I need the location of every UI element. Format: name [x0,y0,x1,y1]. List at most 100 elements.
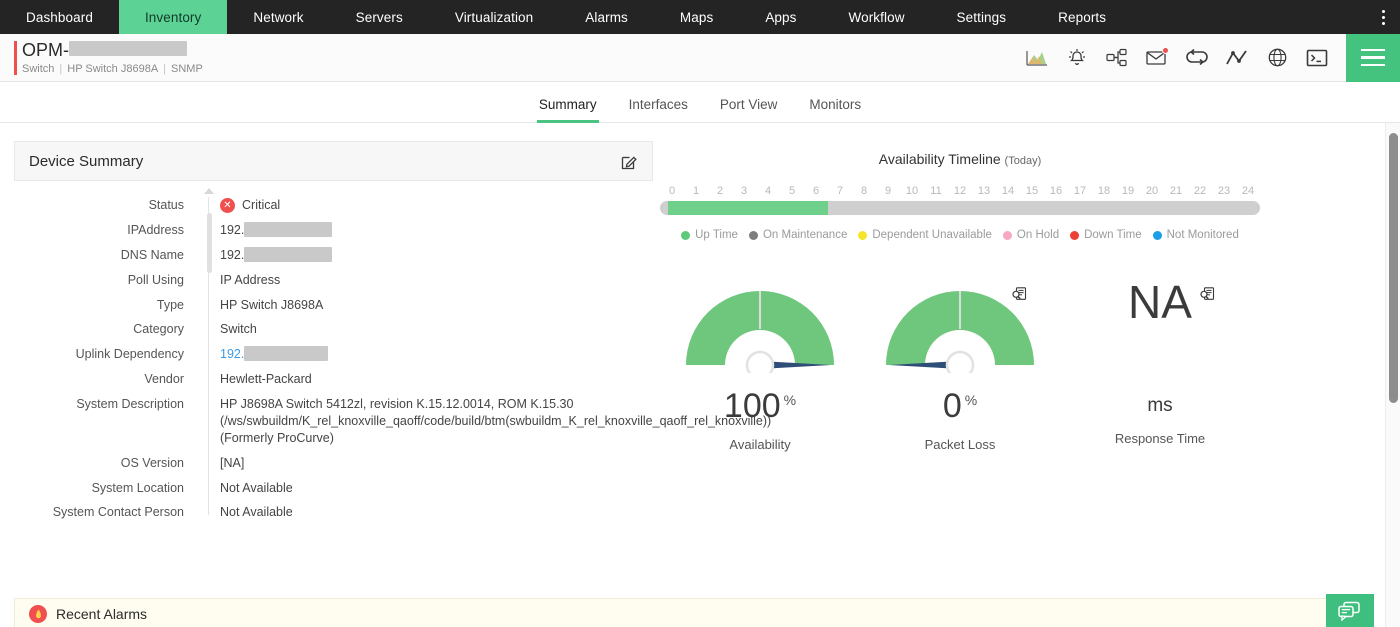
response-time-unit: ms [1060,395,1260,417]
dns-redacted [244,247,332,262]
timeline-hour-0: 0 [662,185,682,197]
table-row: System Contact Person Not Available [14,504,653,521]
inner-scrollbar[interactable] [207,213,212,273]
response-time-report-search-icon[interactable] [1200,287,1216,307]
refresh-loop-icon[interactable] [1182,43,1212,73]
tab-monitors[interactable]: Monitors [793,97,877,122]
packet-loss-value: 0% [860,389,1060,423]
legend-item-on-maintenance[interactable]: On Maintenance [749,229,847,241]
availability-gauge-dial [660,277,860,377]
timeline-hour-9: 9 [878,185,898,197]
edit-pencil-icon[interactable] [621,153,638,170]
device-action-icons [1022,43,1338,73]
field-value-type: HP Switch J8698A [196,297,323,314]
field-label-status: Status [14,197,196,214]
field-label-uplink-dependency: Uplink Dependency [14,346,196,363]
legend-item-on-hold[interactable]: On Hold [1003,229,1059,241]
legend-item-down-time[interactable]: Down Time [1070,229,1142,241]
hamburger-menu-icon[interactable] [1346,34,1400,82]
tab-summary[interactable]: Summary [523,97,613,122]
availability-gauge: 100% Availability [660,277,860,452]
page-scrollbar[interactable] [1385,123,1400,627]
field-label-os-version: OS Version [14,455,196,472]
field-label-system-description: System Description [14,396,196,447]
device-name-prefix: OPM- [22,41,69,59]
nav-item-alarms[interactable]: Alarms [559,0,654,34]
top-navigation-bar: Dashboard Inventory Network Servers Virt… [0,0,1400,34]
field-value-system-contact-person: Not Available [196,504,293,521]
timeline-hour-23: 23 [1214,185,1234,197]
timeline-hour-12: 12 [950,185,970,197]
legend-color-dot [1070,231,1079,240]
timeline-hour-22: 22 [1190,185,1210,197]
timeline-hour-16: 16 [1046,185,1066,197]
legend-item-dependent-unavailable[interactable]: Dependent Unavailable [858,229,992,241]
nav-item-servers[interactable]: Servers [330,0,429,34]
field-value-system-location: Not Available [196,480,293,497]
nav-item-virtualization[interactable]: Virtualization [429,0,559,34]
timeline-hour-17: 17 [1070,185,1090,197]
kebab-menu-icon[interactable] [1366,0,1400,34]
nav-item-workflow[interactable]: Workflow [822,0,930,34]
globe-icon[interactable] [1262,43,1292,73]
timeline-hour-5: 5 [782,185,802,197]
alarm-bell-icon [29,605,47,623]
field-label-dns-name: DNS Name [14,247,196,264]
mail-icon[interactable] [1142,43,1172,73]
nav-item-settings[interactable]: Settings [931,0,1033,34]
availability-legend: Up Time On Maintenance Dependent Unavailab… [660,229,1260,241]
table-row: System Location Not Available [14,480,653,497]
subtitle-separator-1: | [59,64,62,75]
availability-uptime-segment [668,201,828,215]
nav-item-apps[interactable]: Apps [739,0,822,34]
response-time-gauge-label: Response Time [1060,431,1260,446]
legend-item-not-monitored[interactable]: Not Monitored [1153,229,1239,241]
nav-item-dashboard[interactable]: Dashboard [0,0,119,34]
nav-item-reports[interactable]: Reports [1032,0,1132,34]
timeline-hour-8: 8 [854,185,874,197]
legend-label: Down Time [1084,229,1142,241]
nav-item-inventory[interactable]: Inventory [119,0,227,34]
page-title: Device Summary [29,153,143,170]
table-row: DNS Name 192. [14,247,653,264]
nav-item-maps[interactable]: Maps [654,0,739,34]
availability-timeline-bar[interactable] [660,201,1260,215]
legend-item-up-time[interactable]: Up Time [681,229,738,241]
legend-color-dot [858,231,867,240]
field-value-uplink-dependency[interactable]: 192. [196,346,328,363]
recent-alarms-panel[interactable]: Recent Alarms [14,598,1364,627]
chart-icon[interactable] [1022,43,1052,73]
table-row: Status ✕ Critical [14,197,653,214]
timeline-hour-10: 10 [902,185,922,197]
tab-port-view[interactable]: Port View [704,97,794,122]
timeline-hour-24: 24 [1238,185,1258,197]
alarm-bell-icon[interactable] [1062,43,1092,73]
uplink-link-prefix[interactable]: 192. [220,346,244,363]
device-title-block: OPM- Switch | HP Switch J8698A | SNMP [22,41,203,75]
page-scrollbar-thumb[interactable] [1389,133,1398,403]
availability-unit: % [784,392,796,408]
device-header-bar: OPM- Switch | HP Switch J8698A | SNMP [0,34,1400,82]
table-row: OS Version [NA] [14,455,653,472]
field-value-vendor: Hewlett-Packard [196,371,312,388]
field-label-type: Type [14,297,196,314]
field-label-system-location: System Location [14,480,196,497]
trend-line-icon[interactable] [1222,43,1252,73]
legend-label: On Maintenance [763,229,847,241]
status-badge: ✕ Critical [220,197,280,214]
device-subtitle: Switch | HP Switch J8698A | SNMP [22,64,203,75]
timeline-hour-19: 19 [1118,185,1138,197]
packet-loss-report-search-icon[interactable] [1012,287,1028,307]
nav-item-network[interactable]: Network [227,0,329,34]
scroll-up-arrow-icon[interactable] [204,188,214,194]
chat-bubbles-icon[interactable] [1326,594,1374,627]
field-label-category: Category [14,321,196,338]
field-value-dns-name: 192. [196,247,332,264]
mail-notification-badge [1162,47,1169,54]
tab-interfaces[interactable]: Interfaces [613,97,704,122]
timeline-hour-1: 1 [686,185,706,197]
response-time-value: NA [1128,279,1192,387]
topology-icon[interactable] [1102,43,1132,73]
subtitle-separator-2: | [163,64,166,75]
terminal-icon[interactable] [1302,43,1332,73]
